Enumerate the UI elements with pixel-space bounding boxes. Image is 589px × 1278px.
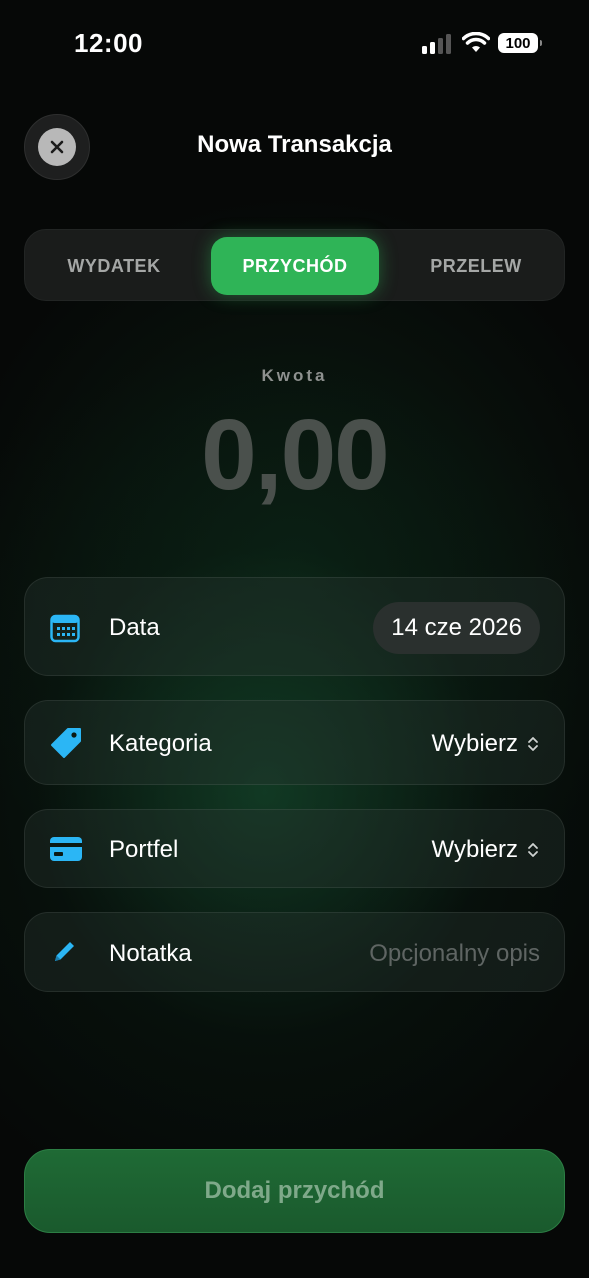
tab-expense[interactable]: WYDATEK bbox=[33, 237, 195, 295]
wallet-value: Wybierz bbox=[431, 836, 518, 863]
calendar-icon bbox=[49, 612, 81, 644]
note-row[interactable]: Notatka Opcjonalny opis bbox=[24, 912, 565, 992]
note-label: Notatka bbox=[109, 940, 192, 967]
wallet-row[interactable]: Portfel Wybierz bbox=[24, 809, 565, 888]
pencil-icon bbox=[49, 937, 79, 967]
date-label: Data bbox=[109, 614, 160, 641]
tab-transfer[interactable]: PRZELEW bbox=[395, 237, 557, 295]
tag-icon bbox=[49, 726, 83, 760]
wallet-label: Portfel bbox=[109, 836, 179, 863]
add-income-button[interactable]: Dodaj przychód bbox=[24, 1149, 565, 1233]
date-row[interactable]: Data 14 cze 2026 bbox=[24, 577, 565, 676]
amount-label: Kwota bbox=[261, 366, 328, 385]
category-value: Wybierz bbox=[431, 730, 518, 757]
battery-indicator: 100 bbox=[498, 33, 542, 53]
tab-income[interactable]: PRZYCHÓD bbox=[211, 237, 379, 295]
transaction-type-selector: WYDATEK PRZYCHÓD PRZELEW bbox=[24, 229, 565, 301]
signal-icon bbox=[422, 34, 454, 54]
category-select[interactable]: Wybierz bbox=[432, 730, 540, 758]
note-input[interactable]: Opcjonalny opis bbox=[369, 940, 540, 968]
category-row[interactable]: Kategoria Wybierz bbox=[24, 700, 565, 785]
page-title: Nowa Transakcja bbox=[197, 131, 392, 158]
credit-card-icon bbox=[49, 834, 83, 864]
wallet-select[interactable]: Wybierz bbox=[432, 836, 540, 864]
amount-input[interactable]: 0,00 bbox=[0, 398, 589, 513]
date-picker[interactable]: 14 cze 2026 bbox=[373, 602, 540, 654]
chevron-up-down-icon bbox=[528, 737, 538, 751]
chevron-up-down-icon bbox=[528, 843, 538, 857]
status-time: 12:00 bbox=[74, 28, 143, 58]
wifi-icon bbox=[462, 32, 490, 52]
status-bar: 12:00 100 bbox=[0, 0, 589, 90]
category-label: Kategoria bbox=[109, 730, 212, 757]
